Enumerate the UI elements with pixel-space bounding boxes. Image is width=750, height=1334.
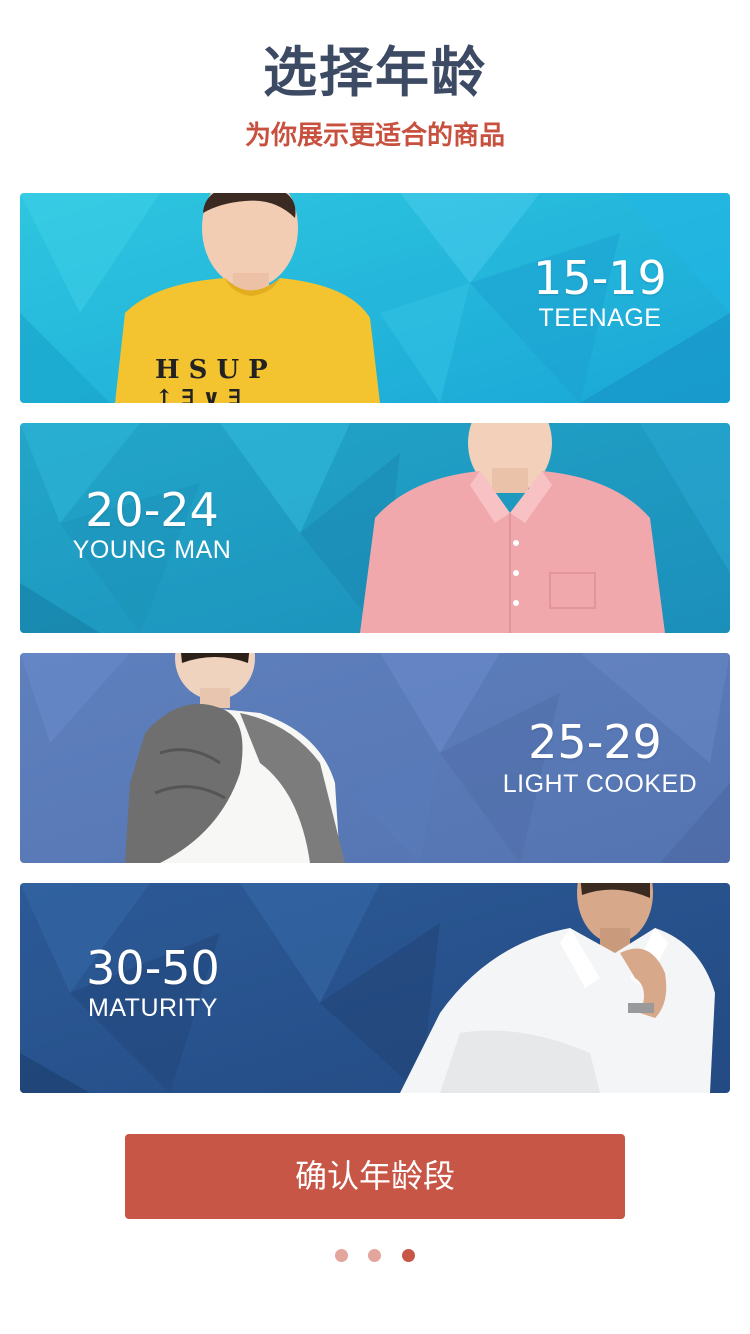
- age-range-text: 25-29: [528, 715, 662, 769]
- page-title: 选择年龄: [263, 41, 487, 104]
- teen-model-image: H S U P ↑ ∃ ∨ ∃: [115, 193, 380, 403]
- pagination-dot[interactable]: [335, 1249, 348, 1262]
- age-range-text: 15-19: [533, 251, 667, 305]
- age-label-text: LIGHT COOKED: [502, 770, 698, 798]
- page-subtitle: 为你展示更适合的商品: [244, 121, 505, 151]
- age-card-25-29[interactable]: 25-29 LIGHT COOKED: [20, 653, 730, 863]
- age-card-30-50[interactable]: 30-50 MATURITY: [20, 883, 730, 1093]
- pagination-dots: [0, 1249, 750, 1263]
- age-range-text: 30-50: [86, 941, 220, 995]
- maturity-model-image: [400, 883, 715, 1093]
- age-label-text: MATURITY: [88, 994, 218, 1022]
- age-range-text: 20-24: [85, 483, 219, 537]
- svg-text:H S U P: H S U P: [155, 355, 268, 385]
- pagination-dot[interactable]: [368, 1249, 381, 1262]
- young-man-model-image: [360, 423, 665, 633]
- age-selection-page: 选择年龄 为你展示更适合的商品 H S U P ↑ ∃ ∨ ∃ 15-19 TE…: [0, 0, 750, 1334]
- svg-text:↑ ∃ ∨ ∃: ↑ ∃ ∨ ∃: [155, 385, 242, 403]
- age-label-text: TEENAGE: [538, 304, 662, 332]
- pagination-dot-active[interactable]: [402, 1249, 415, 1262]
- confirm-age-button[interactable]: 确认年龄段: [125, 1134, 625, 1219]
- age-card-15-19[interactable]: H S U P ↑ ∃ ∨ ∃ 15-19 TEENAGE: [20, 193, 730, 403]
- light-cooked-model-image: [125, 653, 345, 863]
- age-card-20-24[interactable]: 20-24 YOUNG MAN: [20, 423, 730, 633]
- age-label-text: YOUNG MAN: [72, 536, 232, 564]
